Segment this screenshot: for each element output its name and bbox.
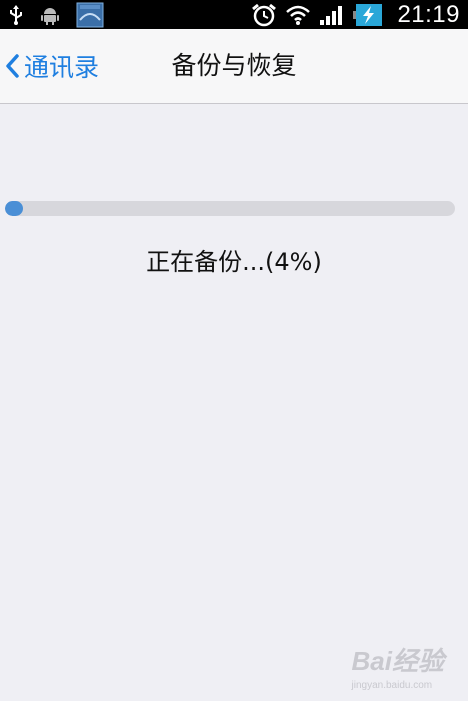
progress-status-text: 正在备份...(4%)	[146, 248, 322, 276]
status-bar-left	[8, 0, 104, 29]
battery-charging-icon	[353, 3, 383, 27]
backup-progress-bar	[5, 201, 455, 216]
watermark: Bai经验 jingyan.baidu.com	[352, 641, 444, 691]
alarm-icon	[251, 3, 277, 27]
usb-icon	[8, 4, 24, 25]
signal-icon	[319, 4, 345, 26]
progress-fill	[5, 201, 23, 216]
navigation-bar: 通讯录 备份与恢复	[0, 29, 468, 104]
android-icon	[40, 5, 60, 25]
page-title: 备份与恢复	[171, 51, 297, 80]
status-time: 21:19	[397, 0, 460, 28]
app-notification-icon	[76, 2, 104, 28]
watermark-logo-text: Bai经验	[351, 646, 444, 676]
status-bar: 21:19	[0, 0, 468, 29]
watermark-url: jingyan.baidu.com	[351, 680, 433, 691]
status-bar-right: 21:19	[251, 0, 460, 29]
wifi-icon	[285, 4, 311, 26]
